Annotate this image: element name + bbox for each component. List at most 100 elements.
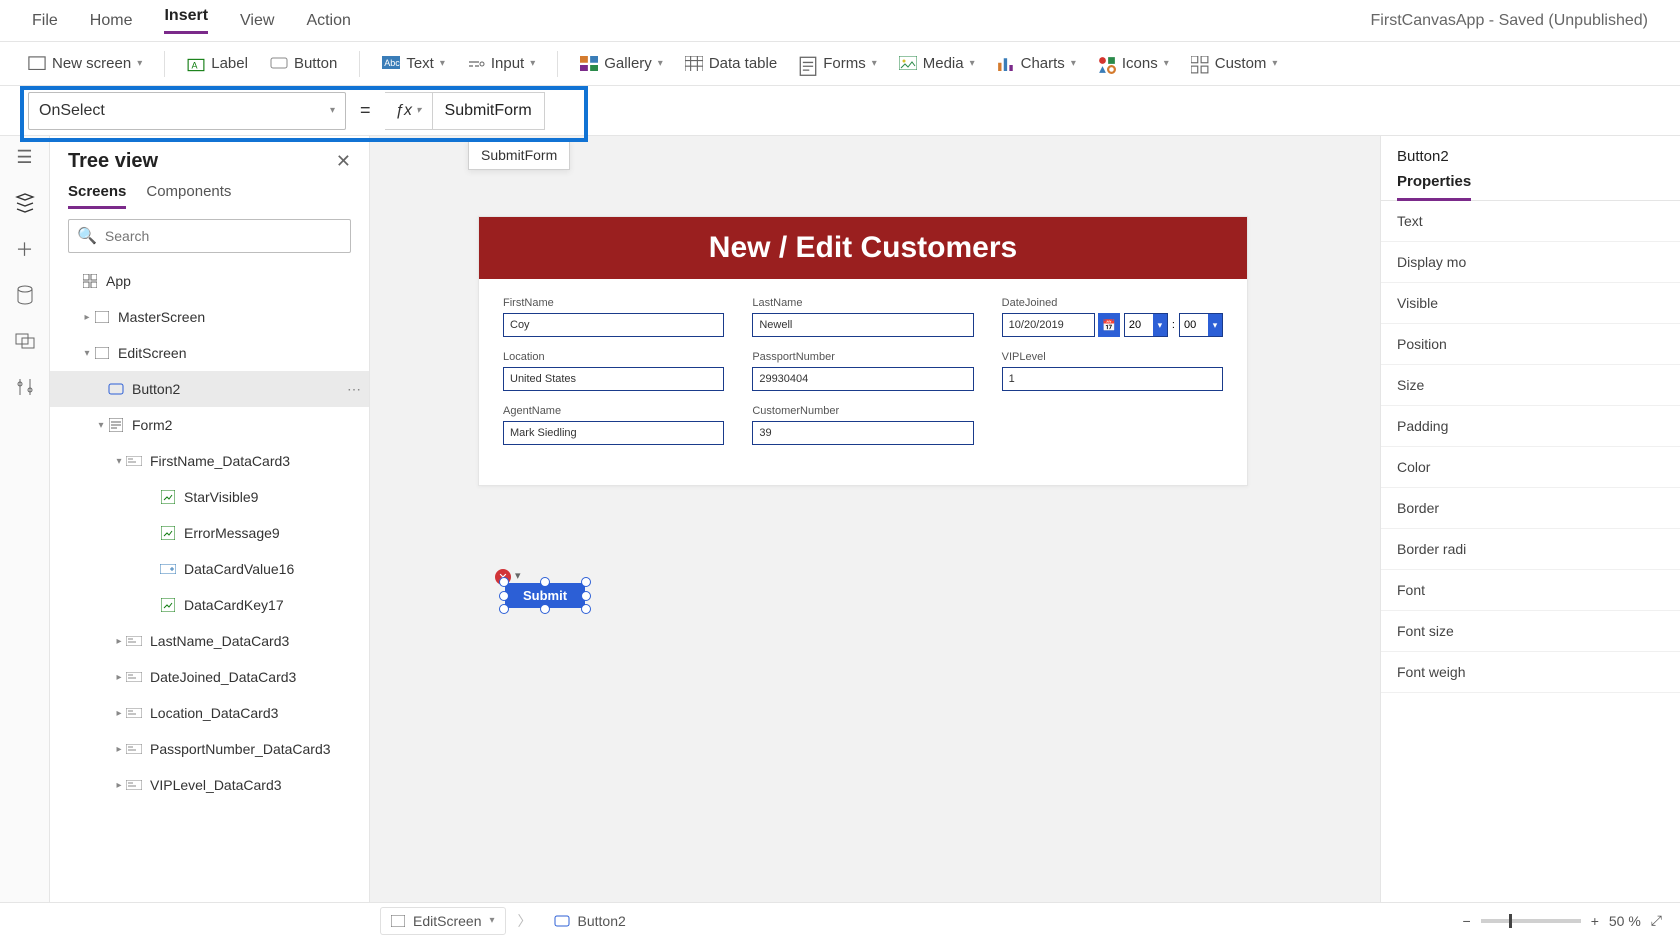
tree-view-icon[interactable] <box>14 192 36 214</box>
field-datejoined: DateJoined 📅 20▾ : 00▾ <box>1002 297 1223 337</box>
resize-handle[interactable] <box>499 604 509 614</box>
insert-ribbon: New screen▾ ALabel Button AbcText▾ Input… <box>0 42 1680 86</box>
property-row[interactable]: Font weigh <box>1381 652 1680 693</box>
selected-control[interactable]: ✕ ▾ Submit <box>505 583 585 608</box>
insert-gallery-button[interactable]: Gallery▾ <box>580 55 663 72</box>
viplevel-input[interactable] <box>1002 367 1223 391</box>
tree-node-viplevel-card[interactable]: ▸VIPLevel_DataCard3 <box>50 767 369 803</box>
resize-handle[interactable] <box>581 604 591 614</box>
advanced-tools-icon[interactable] <box>14 376 36 398</box>
tree-node-app[interactable]: App <box>50 263 369 299</box>
property-row[interactable]: Border <box>1381 488 1680 529</box>
property-row[interactable]: Font <box>1381 570 1680 611</box>
tree-view-panel: Tree view ✕ Screens Components 🔍 App ▸Ma… <box>50 136 370 902</box>
add-icon[interactable]: ＋ <box>14 238 36 260</box>
datejoined-input[interactable] <box>1002 313 1095 337</box>
breadcrumb-control[interactable]: Button2 <box>544 907 636 935</box>
tree-node-datejoined-card[interactable]: ▸DateJoined_DataCard3 <box>50 659 369 695</box>
zoom-in-button[interactable]: + <box>1591 913 1599 929</box>
tree-node-errormessage[interactable]: ErrorMessage9 <box>50 515 369 551</box>
insert-label-button[interactable]: ALabel <box>187 55 248 72</box>
tree-node-starvisible[interactable]: StarVisible9 <box>50 479 369 515</box>
tree-node-lastname-card[interactable]: ▸LastName_DataCard3 <box>50 623 369 659</box>
chevron-down-icon: ▾ <box>489 915 494 926</box>
insert-text-button[interactable]: AbcText▾ <box>382 55 445 72</box>
resize-handle[interactable] <box>540 604 550 614</box>
firstname-input[interactable] <box>503 313 724 337</box>
lastname-input[interactable] <box>752 313 973 337</box>
input-icon <box>467 56 485 72</box>
intellisense-popup[interactable]: SubmitForm <box>468 140 570 170</box>
tree-node-masterscreen[interactable]: ▸MasterScreen <box>50 299 369 335</box>
menu-insert[interactable]: Insert <box>164 7 208 34</box>
field-lastname: LastName <box>752 297 973 337</box>
property-row[interactable]: Color <box>1381 447 1680 488</box>
breadcrumb-screen[interactable]: EditScreen ▾ <box>380 907 506 935</box>
insert-media-button[interactable]: Media▾ <box>899 55 975 72</box>
resize-handle[interactable] <box>499 577 509 587</box>
button-icon <box>554 915 570 927</box>
chevron-down-icon[interactable]: ▾ <box>515 569 521 582</box>
insert-custom-button[interactable]: Custom▾ <box>1191 55 1278 72</box>
canvas-area[interactable]: SubmitForm New / Edit Customers FirstNam… <box>370 136 1380 902</box>
screen-icon <box>391 915 405 927</box>
tree-node-location-card[interactable]: ▸Location_DataCard3 <box>50 695 369 731</box>
fx-icon[interactable]: ƒx▾ <box>385 93 433 129</box>
tab-properties[interactable]: Properties <box>1397 173 1471 201</box>
tree-node-firstname-card[interactable]: ▾FirstName_DataCard3 <box>50 443 369 479</box>
edit-form-control: New / Edit Customers FirstName LastName … <box>478 216 1248 486</box>
menu-action[interactable]: Action <box>306 12 350 30</box>
calendar-icon[interactable]: 📅 <box>1098 313 1120 337</box>
menu-view[interactable]: View <box>240 12 274 30</box>
customer-input[interactable] <box>752 421 973 445</box>
resize-handle[interactable] <box>499 591 509 601</box>
data-icon[interactable] <box>14 284 36 306</box>
agent-input[interactable] <box>503 421 724 445</box>
media-panel-icon[interactable] <box>14 330 36 352</box>
property-row[interactable]: Display mo <box>1381 242 1680 283</box>
insert-input-button[interactable]: Input▾ <box>467 55 535 72</box>
submit-button[interactable]: Submit <box>505 583 585 608</box>
property-selector[interactable]: OnSelect ▾ <box>28 92 346 130</box>
insert-charts-button[interactable]: Charts▾ <box>997 55 1076 72</box>
tree-search-input[interactable]: 🔍 <box>68 219 351 253</box>
minute-select[interactable]: 00▾ <box>1179 313 1223 337</box>
location-input[interactable] <box>503 367 724 391</box>
resize-handle[interactable] <box>581 591 591 601</box>
tree-node-passport-card[interactable]: ▸PassportNumber_DataCard3 <box>50 731 369 767</box>
tree-node-form2[interactable]: ▾Form2 <box>50 407 369 443</box>
resize-handle[interactable] <box>540 577 550 587</box>
property-row[interactable]: Text <box>1381 201 1680 242</box>
property-row[interactable]: Size <box>1381 365 1680 406</box>
hamburger-icon[interactable]: ☰ <box>14 146 36 168</box>
property-row[interactable]: Border radi <box>1381 529 1680 570</box>
hour-select[interactable]: 20▾ <box>1124 313 1168 337</box>
fit-screen-icon[interactable]: ⤢ <box>1651 912 1662 929</box>
property-row[interactable]: Position <box>1381 324 1680 365</box>
insert-data-table-button[interactable]: Data table <box>685 55 777 72</box>
tree-node-datacardkey[interactable]: DataCardKey17 <box>50 587 369 623</box>
menu-home[interactable]: Home <box>90 12 133 30</box>
menu-file[interactable]: File <box>32 12 58 30</box>
insert-button-button[interactable]: Button <box>270 55 337 72</box>
passport-input[interactable] <box>752 367 973 391</box>
tree-node-datacardvalue[interactable]: DataCardValue16 <box>50 551 369 587</box>
tab-components[interactable]: Components <box>146 183 231 209</box>
close-icon[interactable]: ✕ <box>336 151 351 172</box>
insert-forms-button[interactable]: Forms▾ <box>799 55 877 72</box>
svg-text:Abc: Abc <box>385 58 401 68</box>
zoom-slider[interactable] <box>1481 919 1581 923</box>
top-menu-bar: File Home Insert View Action FirstCanvas… <box>0 0 1680 42</box>
formula-input[interactable]: SubmitForm <box>433 102 544 120</box>
resize-handle[interactable] <box>581 577 591 587</box>
insert-icons-button[interactable]: Icons▾ <box>1098 55 1169 72</box>
property-row[interactable]: Font size <box>1381 611 1680 652</box>
tab-screens[interactable]: Screens <box>68 183 126 209</box>
more-icon[interactable]: ⋯ <box>347 381 361 398</box>
property-row[interactable]: Visible <box>1381 283 1680 324</box>
tree-node-button2[interactable]: Button2⋯ <box>50 371 369 407</box>
zoom-out-button[interactable]: − <box>1463 913 1471 929</box>
property-row[interactable]: Padding <box>1381 406 1680 447</box>
tree-node-editscreen[interactable]: ▾EditScreen <box>50 335 369 371</box>
new-screen-button[interactable]: New screen▾ <box>28 55 142 72</box>
